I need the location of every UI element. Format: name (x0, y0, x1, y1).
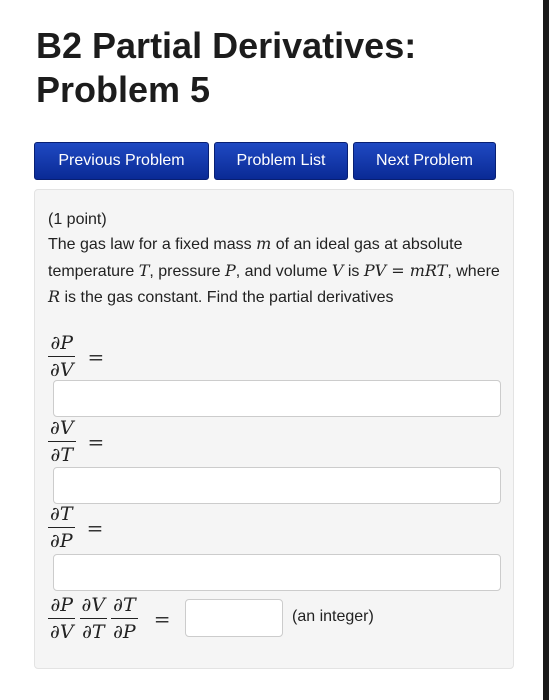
equals-sign: = (87, 429, 105, 454)
answer-product-input[interactable] (185, 599, 283, 637)
fraction-numerator: ∂V (48, 417, 76, 442)
fraction: ∂T ∂P (111, 594, 138, 643)
fraction: ∂V ∂T (48, 417, 76, 466)
fraction-numerator: ∂V (79, 594, 108, 619)
statement-text: , pressure (149, 262, 225, 280)
statement-text: The gas law for a fixed mass (48, 236, 257, 253)
fraction-denominator: ∂V (50, 359, 74, 381)
statement-text: , where (447, 262, 500, 280)
fraction-denominator: ∂V (50, 621, 74, 643)
fraction: ∂V ∂T (79, 594, 108, 643)
statement-text: is (343, 262, 364, 280)
answer-dt-dp-input[interactable] (53, 554, 501, 591)
previous-problem-button[interactable]: Previous Problem (34, 142, 209, 180)
derivative-dp-dv: ∂P ∂V = (48, 332, 104, 381)
equals-sign: = (86, 515, 104, 540)
answer-hint: (an integer) (292, 608, 374, 625)
next-problem-button[interactable]: Next Problem (353, 142, 496, 180)
derivative-dt-dp: ∂T ∂P = (48, 503, 103, 552)
problem-panel: (1 point) The gas law for a fixed mass m… (34, 189, 514, 669)
problem-points: (1 point) (48, 211, 107, 228)
problem-statement: The gas law for a fixed mass m of an ide… (48, 231, 500, 311)
equals-sign: = (87, 344, 105, 369)
derivative-dv-dt: ∂V ∂T = (48, 417, 104, 466)
answer-dp-dv-input[interactable] (53, 380, 501, 417)
fraction-numerator: ∂P (48, 594, 76, 619)
fraction-denominator: ∂T (82, 621, 105, 643)
fraction-numerator: ∂T (111, 594, 138, 619)
fraction-numerator: ∂P (48, 332, 76, 357)
math-var-R: R (48, 287, 61, 306)
fraction: ∂P ∂V (48, 332, 76, 381)
equals-sign: = (153, 606, 171, 631)
math-var-P: P (224, 260, 236, 280)
statement-text: is the gas constant. Find the partial de… (60, 289, 394, 306)
problem-navigation: Previous Problem Problem List Next Probl… (34, 142, 496, 180)
page-title: B2 Partial Derivatives: Problem 5 (36, 25, 417, 110)
fraction-denominator: ∂T (50, 444, 74, 466)
window-edge (543, 0, 549, 700)
fraction-denominator: ∂P (113, 621, 136, 643)
gas-law-equation: PV = mRT (363, 260, 448, 280)
answer-dv-dt-input[interactable] (53, 467, 501, 504)
math-var-m: m (256, 234, 272, 253)
fraction: ∂P ∂V (48, 594, 76, 643)
page: B2 Partial Derivatives: Problem 5 Previo… (0, 0, 549, 700)
derivative-product: ∂P ∂V ∂V ∂T ∂T ∂P = (48, 594, 170, 643)
fraction: ∂T ∂P (48, 503, 75, 552)
math-var-T: T (138, 260, 150, 280)
fraction-denominator: ∂P (50, 530, 73, 552)
math-var-V: V (331, 260, 344, 280)
problem-list-button[interactable]: Problem List (214, 142, 348, 180)
fraction-numerator: ∂T (48, 503, 75, 528)
statement-text: , and volume (235, 262, 332, 280)
